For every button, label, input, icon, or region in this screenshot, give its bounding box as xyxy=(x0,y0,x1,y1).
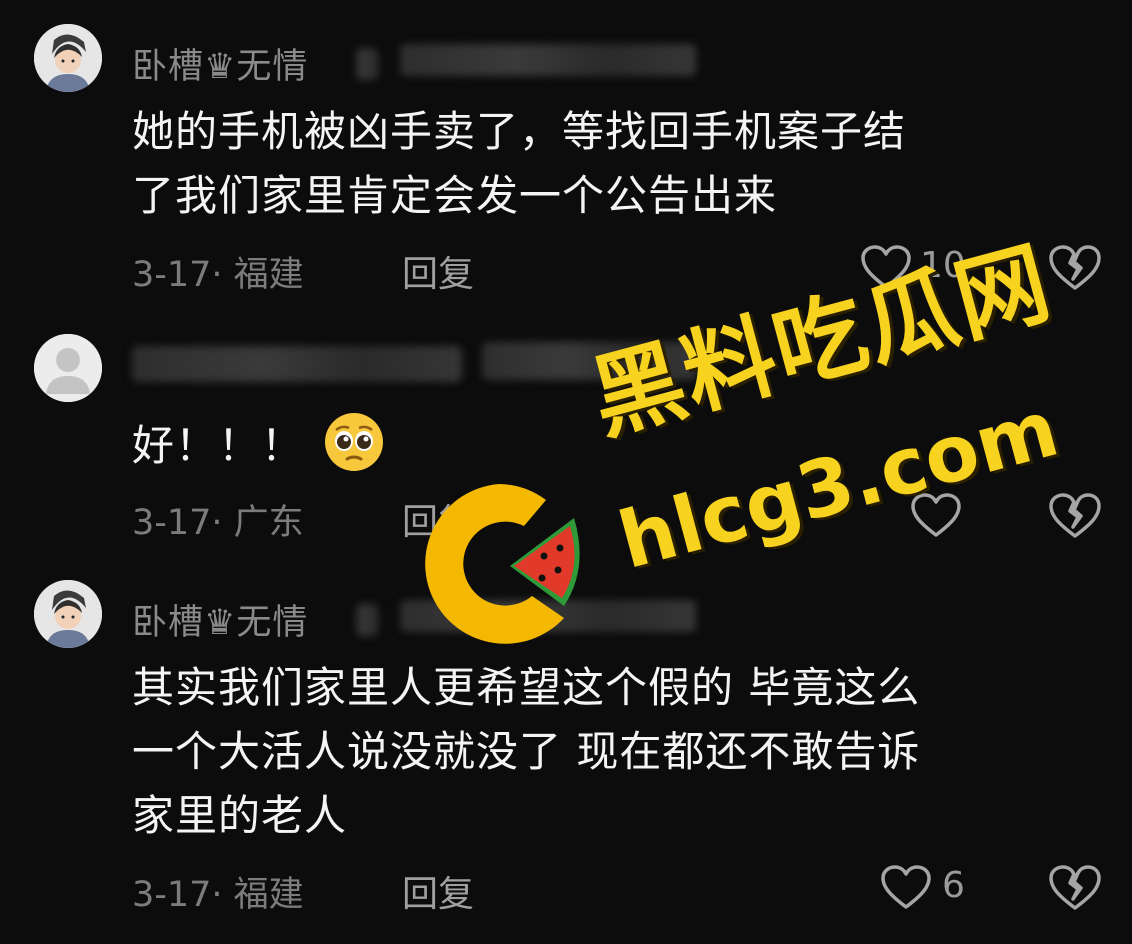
heart-outline-icon[interactable] xyxy=(860,244,912,290)
comment-text: 好！！！ xyxy=(132,410,1082,478)
broken-heart-icon[interactable] xyxy=(1048,243,1102,291)
redacted-info xyxy=(400,44,696,76)
comment-line: 了我们家里肯定会发一个公告出来 xyxy=(132,171,778,220)
redacted-info xyxy=(356,604,378,636)
avatar[interactable] xyxy=(34,334,102,402)
like-count: 10 xyxy=(920,245,966,286)
comment-line: 好！！！ xyxy=(132,421,305,470)
heart-outline-icon[interactable] xyxy=(910,492,962,538)
reply-button[interactable]: 回复 xyxy=(402,493,474,545)
redacted-username xyxy=(132,346,462,382)
comment-line: 家里的老人 xyxy=(132,791,348,840)
broken-heart-icon[interactable] xyxy=(1048,491,1102,539)
comment-list: 卧槽♛无情 她的手机被凶手卖了，等找回手机案子结 了我们家里肯定会发一个公告出来… xyxy=(0,0,1132,944)
comment-text: 其实我们家里人更希望这个假的 毕竟这么 一个大活人说没就没了 现在都还不敢告诉 … xyxy=(132,656,1082,848)
comment-line: 其实我们家里人更希望这个假的 毕竟这么 xyxy=(132,663,921,712)
heart-outline-icon[interactable] xyxy=(880,864,932,910)
redacted-info xyxy=(356,48,378,80)
comment-line: 一个大活人说没就没了 现在都还不敢告诉 xyxy=(132,727,921,776)
comment-meta: 3-17· 广东 xyxy=(132,503,304,543)
comment-meta: 3-17· 福建 xyxy=(132,875,304,915)
username[interactable]: 卧槽♛无情 xyxy=(132,38,308,89)
broken-heart-icon[interactable] xyxy=(1048,863,1102,911)
reply-button[interactable]: 回复 xyxy=(402,245,474,297)
redacted-info xyxy=(482,342,696,380)
reply-button[interactable]: 回复 xyxy=(402,865,474,917)
redacted-info xyxy=(400,600,696,632)
comment-text: 她的手机被凶手卖了，等找回手机案子结 了我们家里肯定会发一个公告出来 xyxy=(132,100,1082,228)
comment-line: 她的手机被凶手卖了，等找回手机案子结 xyxy=(132,107,907,156)
avatar[interactable] xyxy=(34,580,102,648)
pleading-face-emoji-icon xyxy=(325,413,384,471)
comment-meta: 3-17· 福建 xyxy=(132,255,304,295)
like-count: 6 xyxy=(942,865,965,906)
username[interactable]: 卧槽♛无情 xyxy=(132,594,308,645)
avatar[interactable] xyxy=(34,24,102,92)
